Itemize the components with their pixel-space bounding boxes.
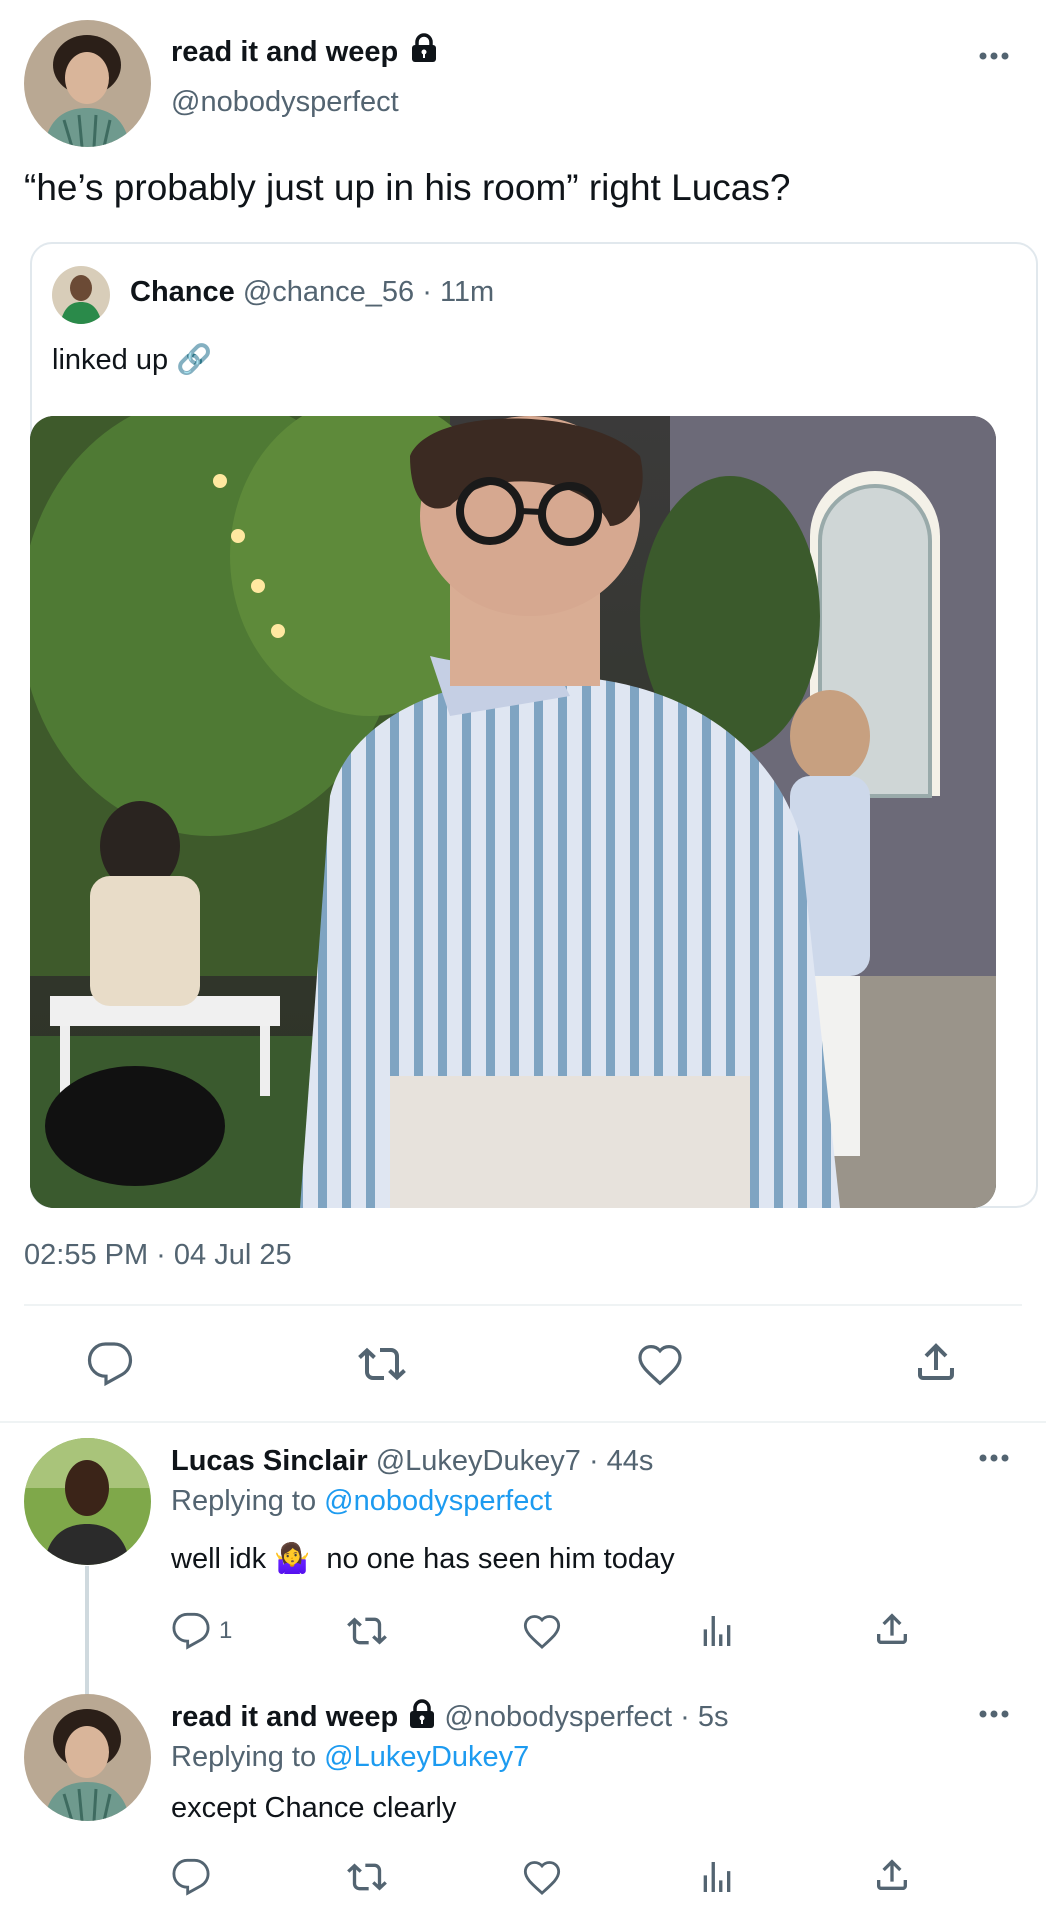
reply2-share-button[interactable] xyxy=(872,1855,912,1895)
author-name-text: read it and weep xyxy=(171,36,399,68)
reply2-replying-line: Replying to @LukeyDukey7 xyxy=(171,1739,529,1775)
quoted-tweet-card[interactable]: Chance @chance_56 · 11m linked up 🔗 xyxy=(30,242,1038,1208)
reply-icon xyxy=(172,1858,210,1896)
like-button-main[interactable] xyxy=(636,1340,684,1388)
reply2-retweet-button[interactable] xyxy=(347,1857,387,1897)
reply1-replying-to[interactable]: @nobodysperfect xyxy=(324,1485,552,1517)
reply1-reply-count: 1 xyxy=(219,1617,233,1644)
more-icon[interactable] xyxy=(978,50,1010,62)
tweet-timestamp[interactable]: 02:55 PM · 04 Jul 25 xyxy=(24,1237,292,1273)
reply1-views-button[interactable] xyxy=(697,1611,737,1651)
share-icon xyxy=(877,1613,907,1644)
lock-icon xyxy=(408,1699,436,1729)
quoted-photo[interactable] xyxy=(30,416,996,1208)
reply1-handle[interactable]: @LukeyDukey7 xyxy=(376,1445,581,1477)
reply2-text: except Chance clearly xyxy=(171,1792,457,1824)
avatar-quoted xyxy=(52,266,110,324)
share-button-main[interactable] xyxy=(912,1338,960,1386)
reply-button-main[interactable] xyxy=(86,1340,134,1388)
reply1-like-button[interactable] xyxy=(522,1611,562,1651)
author-name-main[interactable]: read it and weep xyxy=(171,33,438,70)
divider xyxy=(24,1304,1022,1306)
quoted-handle[interactable]: @chance_56 xyxy=(243,276,414,308)
reply2-header: read it and weep @nobodysperfect · 5s xyxy=(171,1699,729,1735)
like-icon xyxy=(523,1861,561,1895)
reply1-author-name[interactable]: Lucas Sinclair xyxy=(171,1445,368,1477)
reply2-handle[interactable]: @nobodysperfect xyxy=(444,1701,672,1733)
reply1-replying-label: Replying to xyxy=(171,1485,317,1517)
section-divider xyxy=(0,1421,1046,1423)
avatar-reply2[interactable] xyxy=(24,1694,151,1821)
views-icon xyxy=(703,1862,731,1892)
reply1-text: well idk 🤷‍♀️ no one has seen him today xyxy=(171,1543,675,1575)
tweet-text: “he’s probably just up in his room” righ… xyxy=(24,167,791,208)
quoted-text: linked up 🔗 xyxy=(52,344,213,376)
retweet-icon xyxy=(347,1617,387,1645)
reply2-author-name[interactable]: read it and weep xyxy=(171,1701,398,1733)
reply2-time: · 5s xyxy=(680,1701,729,1733)
reply2-reply-button[interactable] xyxy=(171,1857,211,1897)
reply1-more-icon[interactable] xyxy=(978,1452,1010,1464)
reply2-more-icon[interactable] xyxy=(978,1708,1010,1720)
retweet-icon xyxy=(358,1347,406,1381)
reply1-share-button[interactable] xyxy=(872,1609,912,1649)
reply1-replying-line: Replying to @nobodysperfect xyxy=(171,1483,552,1519)
avatar-reply1[interactable] xyxy=(24,1438,151,1565)
reply2-like-button[interactable] xyxy=(522,1857,562,1897)
reply-icon xyxy=(87,1342,133,1387)
retweet-button-main[interactable] xyxy=(358,1340,406,1388)
views-icon xyxy=(703,1616,731,1646)
quoted-author-name[interactable]: Chance xyxy=(130,276,235,308)
share-icon xyxy=(877,1859,907,1890)
reply1-reply-button[interactable]: 1 xyxy=(171,1611,232,1651)
handle-main[interactable]: @nobodysperfect xyxy=(171,84,399,120)
reply2-replying-to[interactable]: @LukeyDukey7 xyxy=(324,1741,529,1773)
share-icon xyxy=(918,1343,954,1380)
reply1-retweet-button[interactable] xyxy=(347,1611,387,1651)
quoted-author-line: Chance @chance_56 · 11m xyxy=(130,274,494,310)
reply2-views-button[interactable] xyxy=(697,1857,737,1897)
lock-icon xyxy=(410,33,438,63)
reply2-replying-label: Replying to xyxy=(171,1741,317,1773)
reply1-header: Lucas Sinclair @LukeyDukey7 · 44s xyxy=(171,1443,653,1479)
reply1-time: · 44s xyxy=(588,1445,654,1477)
like-icon xyxy=(638,1344,682,1386)
reply-icon xyxy=(172,1612,210,1650)
like-icon xyxy=(523,1615,561,1649)
quoted-time: · 11m xyxy=(422,276,495,308)
thread-line xyxy=(85,1566,89,1696)
avatar-main[interactable] xyxy=(24,20,151,147)
retweet-icon xyxy=(347,1863,387,1891)
